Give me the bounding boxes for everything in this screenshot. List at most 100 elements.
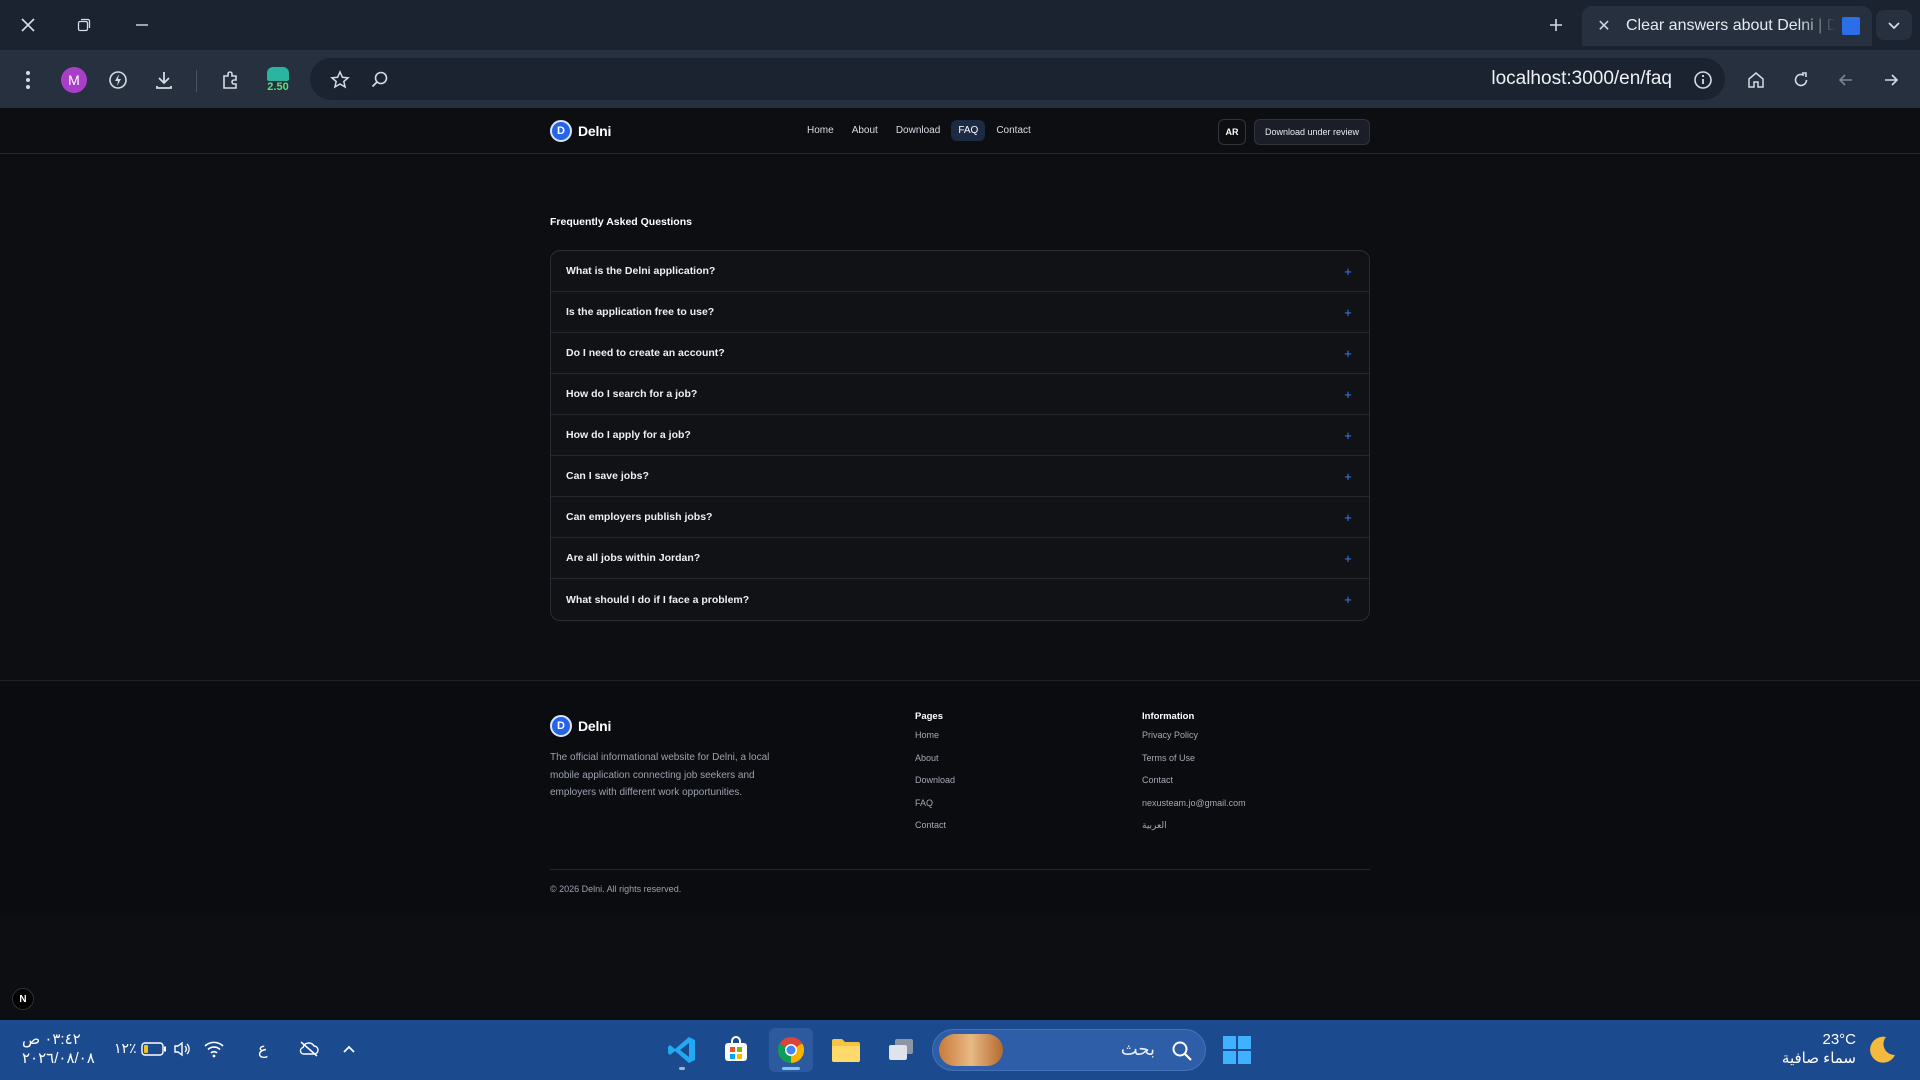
window-minimize-icon[interactable] <box>124 10 160 40</box>
wifi-icon[interactable] <box>203 1039 225 1064</box>
extension-badge-icon[interactable]: 2.50 <box>260 64 296 96</box>
plus-icon: + <box>1344 468 1352 484</box>
nav-home[interactable]: Home <box>800 120 841 141</box>
site-header: D Delni Home About Download FAQ Contact … <box>0 108 1920 154</box>
nav-download[interactable]: Download <box>889 120 947 141</box>
plus-icon: + <box>1344 550 1352 566</box>
faq-accordion: What is the Delni application? + Is the a… <box>550 250 1370 621</box>
faq-item[interactable]: Is the application free to use? + <box>551 292 1369 333</box>
new-tab-plus-icon[interactable] <box>1538 10 1574 40</box>
logo-mark-icon: D <box>550 715 572 737</box>
zoom-search-icon[interactable] <box>364 64 396 96</box>
download-button[interactable]: Download under review <box>1254 119 1370 145</box>
footer-pages-column: Pages Home About Download FAQ Contact <box>915 711 955 843</box>
footer-link-arabic[interactable]: العربية <box>1142 820 1246 833</box>
faq-question: Can I save jobs? <box>566 470 649 482</box>
battery-percent: ١٢٪ <box>114 1040 137 1056</box>
cloud-offline-icon[interactable] <box>298 1040 320 1063</box>
store-app-icon[interactable] <box>714 1028 758 1072</box>
battery-indicator[interactable]: ١٢٪ <box>114 1040 167 1057</box>
faq-item[interactable]: Are all jobs within Jordan? + <box>551 538 1369 579</box>
taskbar-search-box[interactable]: بحث <box>932 1029 1206 1071</box>
plus-icon: + <box>1344 592 1352 607</box>
vscode-app-icon[interactable] <box>660 1028 704 1072</box>
performance-icon[interactable] <box>102 64 134 96</box>
downloads-icon[interactable] <box>148 64 180 96</box>
clock[interactable]: ٠٣:٤٢ ص ٢٠٢٦/٠٨/٠٨ <box>22 1030 95 1068</box>
file-explorer-app-icon[interactable] <box>824 1028 868 1072</box>
faq-question: What should I do if I face a problem? <box>566 593 750 606</box>
address-url-text[interactable]: localhost:3000/en/faq <box>1491 68 1672 90</box>
browser-tab-active[interactable]: ✕ Clear answers about Delni | Delni <box>1582 6 1872 46</box>
reload-icon[interactable] <box>1785 64 1817 96</box>
back-arrow-icon[interactable] <box>1830 64 1862 96</box>
faq-question: How do I search for a job? <box>566 388 698 400</box>
weather-widget[interactable]: 23°C سماء صافية <box>1760 1030 1856 1068</box>
faq-item[interactable]: Do I need to create an account? + <box>551 333 1369 374</box>
footer-link-about[interactable]: About <box>915 753 955 766</box>
nav-faq[interactable]: FAQ <box>951 120 986 141</box>
faq-item[interactable]: What is the Delni application? + <box>551 251 1369 292</box>
show-hidden-icons-chevron-icon[interactable] <box>341 1041 357 1062</box>
clock-time: ٠٣:٤٢ ص <box>22 1031 81 1048</box>
footer-info-heading: Information <box>1142 711 1195 722</box>
language-toggle-button[interactable]: AR <box>1218 119 1246 145</box>
tab-title: Clear answers about Delni | Delni <box>1626 17 1836 34</box>
input-language-indicator[interactable]: ع <box>258 1039 268 1059</box>
plus-icon: + <box>1344 345 1352 361</box>
bookmark-star-icon[interactable] <box>324 64 356 96</box>
volume-icon[interactable] <box>172 1039 192 1064</box>
chrome-app-icon[interactable] <box>769 1028 813 1072</box>
plus-icon: + <box>1344 263 1352 279</box>
footer-info-column: Information Privacy Policy Terms of Use … <box>1142 711 1246 843</box>
faq-item[interactable]: How do I search for a job? + <box>551 374 1369 415</box>
footer-link-faq[interactable]: FAQ <box>915 798 955 811</box>
footer-divider <box>550 869 1370 870</box>
faq-question: Is the application free to use? <box>566 306 715 318</box>
footer-link-email[interactable]: nexusteam.jo@gmail.com <box>1142 798 1246 811</box>
forward-arrow-icon[interactable] <box>1875 64 1907 96</box>
moon-weather-icon <box>1866 1034 1898 1071</box>
nav-contact[interactable]: Contact <box>989 120 1037 141</box>
toolbar-divider <box>196 70 197 92</box>
faq-question: How do I apply for a job? <box>566 429 691 441</box>
start-windows-icon[interactable] <box>1215 1028 1259 1072</box>
footer-link-privacy[interactable]: Privacy Policy <box>1142 730 1246 743</box>
tab-search-chevron-icon[interactable] <box>1876 10 1912 40</box>
profile-avatar[interactable]: M <box>58 64 90 96</box>
plus-icon: + <box>1344 304 1352 320</box>
task-view-app-icon[interactable] <box>879 1028 923 1072</box>
tab-favicon-icon <box>1842 17 1860 35</box>
window-close-icon[interactable] <box>10 10 46 40</box>
site-logo[interactable]: D Delni <box>550 120 611 142</box>
extensions-puzzle-icon[interactable] <box>215 64 247 96</box>
faq-item[interactable]: Can I save jobs? + <box>551 456 1369 497</box>
window-restore-icon[interactable] <box>66 10 102 40</box>
site-info-icon[interactable] <box>1687 64 1719 96</box>
nav-about[interactable]: About <box>845 120 885 141</box>
page-viewport: D Delni Home About Download FAQ Contact … <box>0 108 1920 1020</box>
faq-item[interactable]: How do I apply for a job? + <box>551 415 1369 456</box>
faq-item[interactable]: Can employers publish jobs? + <box>551 497 1369 538</box>
clock-date: ٢٠٢٦/٠٨/٠٨ <box>22 1050 95 1067</box>
footer-link-home[interactable]: Home <box>915 730 955 743</box>
faq-item[interactable]: What should I do if I face a problem? + <box>551 579 1369 620</box>
footer-pages-heading: Pages <box>915 711 943 722</box>
footer-link-download[interactable]: Download <box>915 775 955 788</box>
search-icon <box>1171 1040 1193 1067</box>
faq-question: Do I need to create an account? <box>566 347 725 359</box>
tab-close-icon[interactable]: ✕ <box>1594 16 1614 36</box>
main-nav: Home About Download FAQ Contact <box>800 120 1038 141</box>
dev-tools-badge[interactable]: N <box>12 988 34 1010</box>
footer-link-contact[interactable]: Contact <box>915 820 955 833</box>
footer-link-terms[interactable]: Terms of Use <box>1142 753 1246 766</box>
home-icon[interactable] <box>1740 64 1772 96</box>
footer-logo[interactable]: D Delni <box>550 715 611 737</box>
weather-desc: سماء صافية <box>1781 1050 1856 1067</box>
plus-icon: + <box>1344 509 1352 525</box>
footer-link-contact-info[interactable]: Contact <box>1142 775 1246 788</box>
page-title: Frequently Asked Questions <box>550 216 692 228</box>
browser-menu-icon[interactable] <box>12 64 44 96</box>
search-highlight-image <box>939 1034 1003 1066</box>
plus-icon: + <box>1344 386 1352 402</box>
